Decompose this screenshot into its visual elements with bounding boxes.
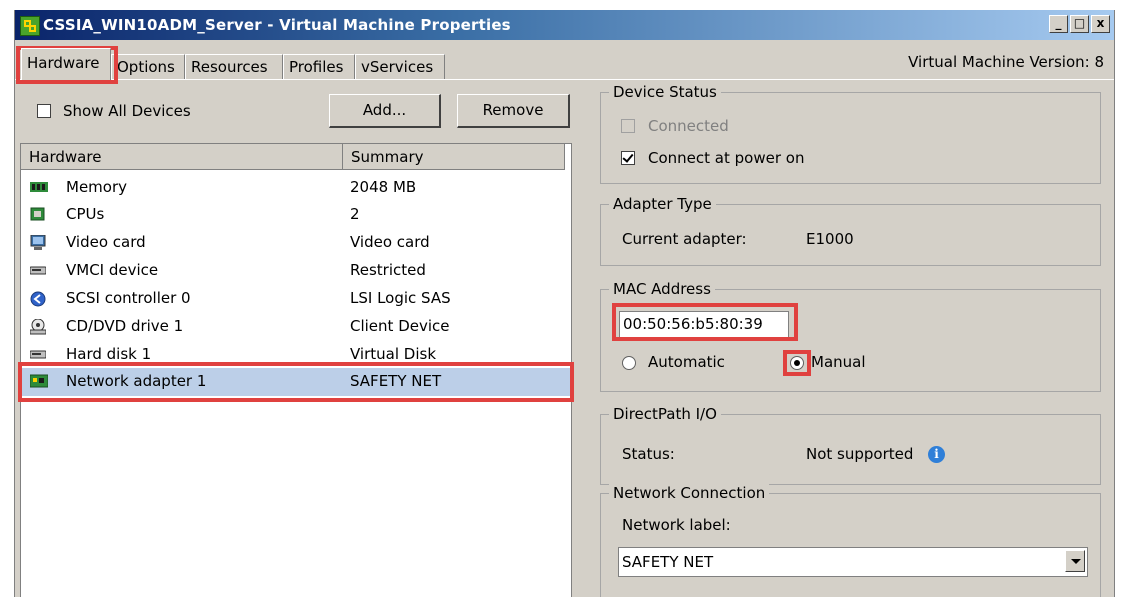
vm-version-label: Virtual Machine Version: 8: [908, 53, 1104, 71]
manual-label: Manual: [811, 353, 866, 371]
device-row-cpus[interactable]: CPUs 2: [21, 201, 571, 229]
device-name: VMCI device: [66, 261, 159, 279]
tab-resources[interactable]: Resources: [185, 54, 283, 80]
device-summary: 2: [350, 205, 360, 223]
chevron-down-icon[interactable]: [1065, 550, 1085, 572]
device-summary: LSI Logic SAS: [350, 289, 451, 307]
connect-at-power-on-checkbox[interactable]: [621, 151, 635, 165]
current-adapter-label: Current adapter:: [622, 230, 747, 248]
device-summary: Video card: [350, 233, 430, 251]
vm-icon: [20, 16, 40, 36]
adapter-type-title: Adapter Type: [609, 195, 716, 213]
scsi-icon: [30, 291, 46, 307]
show-all-devices-label: Show All Devices: [63, 102, 191, 120]
connected-checkbox[interactable]: [621, 119, 635, 133]
device-row-scsi[interactable]: SCSI controller 0 LSI Logic SAS: [21, 285, 571, 313]
column-hardware[interactable]: Hardware: [21, 144, 343, 170]
title-bar[interactable]: CSSIA_WIN10ADM_Server - Virtual Machine …: [15, 10, 1114, 40]
network-label-caption: Network label:: [622, 516, 731, 534]
device-name: Network adapter 1: [66, 372, 207, 390]
device-name: Memory: [66, 178, 128, 196]
connected-label: Connected: [648, 117, 729, 135]
vmci-icon: [29, 263, 47, 277]
column-summary[interactable]: Summary: [343, 144, 565, 170]
device-name: CPUs: [66, 205, 105, 223]
mac-address-group: MAC Address 00:50:56:b5:80:39 Automatic …: [600, 280, 1101, 392]
device-name: Video card: [66, 233, 146, 251]
device-row-video-card[interactable]: Video card Video card: [21, 229, 571, 257]
network-connection-group: Network Connection Network label: SAFETY…: [600, 484, 1101, 597]
network-adapter-icon: [29, 374, 49, 388]
current-adapter-value: E1000: [806, 230, 854, 248]
window-title: CSSIA_WIN10ADM_Server - Virtual Machine …: [43, 16, 511, 34]
device-row-harddisk[interactable]: Hard disk 1 Virtual Disk: [21, 341, 571, 369]
device-summary: Client Device: [350, 317, 450, 335]
directpath-title: DirectPath I/O: [609, 405, 721, 423]
monitor-icon: [30, 234, 46, 250]
tab-hardware[interactable]: Hardware: [21, 48, 111, 80]
adapter-type-group: Adapter Type Current adapter: E1000: [600, 195, 1101, 266]
device-row-cdrom[interactable]: CD/DVD drive 1 Client Device: [21, 313, 571, 341]
minimize-button[interactable]: _: [1049, 15, 1068, 33]
remove-button[interactable]: Remove: [457, 94, 570, 128]
network-label-value: SAFETY NET: [622, 553, 714, 571]
device-summary: 2048 MB: [350, 178, 417, 196]
tab-vservices[interactable]: vServices: [355, 54, 445, 80]
device-row-vmci[interactable]: VMCI device Restricted: [21, 257, 571, 285]
device-summary: SAFETY NET: [350, 372, 442, 390]
vm-properties-window: CSSIA_WIN10ADM_Server - Virtual Machine …: [14, 10, 1115, 597]
device-name: Hard disk 1: [66, 345, 152, 363]
manual-radio[interactable]: [790, 356, 804, 370]
directpath-status-value: Not supported: [806, 445, 914, 463]
device-name: CD/DVD drive 1: [66, 317, 184, 335]
harddisk-icon: [29, 347, 47, 361]
tab-profiles[interactable]: Profiles: [283, 54, 355, 80]
tab-options[interactable]: Options: [111, 54, 185, 80]
show-all-devices-checkbox[interactable]: [37, 104, 51, 118]
cpu-icon: [30, 207, 46, 221]
mac-address-title: MAC Address: [609, 280, 715, 298]
device-summary: Virtual Disk: [350, 345, 437, 363]
device-status-group: Device Status Connected Connect at power…: [600, 83, 1101, 184]
memory-icon: [30, 180, 48, 194]
close-button[interactable]: x: [1091, 15, 1110, 33]
directpath-status-label: Status:: [622, 445, 675, 463]
network-connection-title: Network Connection: [609, 484, 770, 502]
automatic-label: Automatic: [648, 353, 725, 371]
device-row-network-adapter[interactable]: Network adapter 1 SAFETY NET: [21, 368, 571, 396]
device-summary: Restricted: [350, 261, 426, 279]
connect-at-power-on-label: Connect at power on: [648, 149, 805, 167]
maximize-button[interactable]: □: [1070, 15, 1089, 33]
device-name: SCSI controller 0: [66, 289, 191, 307]
device-status-title: Device Status: [609, 83, 721, 101]
hardware-list: Hardware Summary Memory 2048 MB CPUs 2 V…: [20, 143, 572, 597]
network-label-select[interactable]: SAFETY NET: [618, 547, 1088, 577]
device-row-memory[interactable]: Memory 2048 MB: [21, 174, 571, 202]
directpath-group: DirectPath I/O Status: Not supported i: [600, 405, 1101, 485]
cdrom-icon: [29, 318, 47, 335]
mac-address-input[interactable]: 00:50:56:b5:80:39: [619, 311, 789, 339]
add-button[interactable]: Add...: [329, 94, 441, 128]
automatic-radio[interactable]: [622, 356, 636, 370]
info-icon[interactable]: i: [928, 446, 945, 463]
